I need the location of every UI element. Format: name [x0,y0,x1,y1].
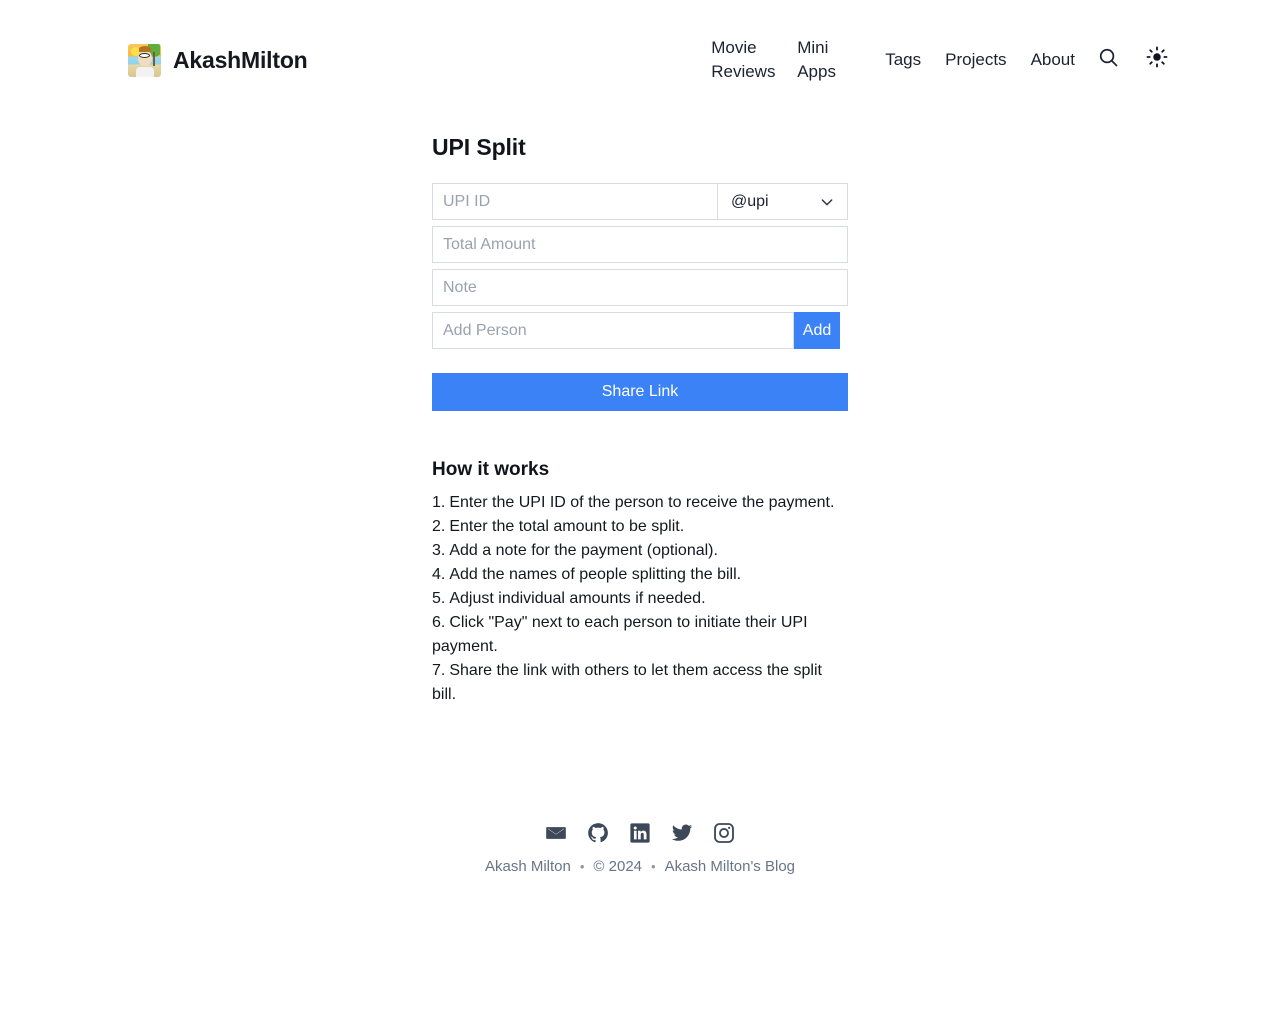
list-item: 3. Add a note for the payment (optional). [432,539,848,563]
footer-author: Akash Milton [484,858,571,875]
footer-blog-link[interactable]: Akash Milton's Blog [665,858,795,875]
nav-item-about[interactable]: About [1031,48,1075,72]
note-row [432,269,848,306]
note-input[interactable] [432,269,848,306]
brand-name: AkashMilton [173,47,308,73]
site-header: AkashMilton Movie Reviews Mini Apps Tags… [0,0,1280,120]
chevron-down-icon [819,194,835,210]
nav-item-mini-apps[interactable]: Mini Apps [797,36,883,84]
linkedin-icon[interactable] [629,822,651,844]
share-link-button[interactable]: Share Link [432,373,848,411]
upi-id-input[interactable] [432,183,718,220]
list-item-text: Enter the total amount to be split. [449,518,685,535]
main-nav: Movie Reviews Mini Apps Tags Projects Ab… [711,36,1168,84]
list-item-number: 2. [432,518,446,535]
list-item: 4. Add the names of people splitting the … [432,563,848,587]
sun-icon[interactable] [1146,46,1168,68]
list-item: 7. Share the link with others to let them… [432,659,848,707]
list-item-text: Share the link with others to let them a… [432,662,822,703]
list-item-number: 7. [432,662,446,679]
list-item: 1. Enter the UPI ID of the person to rece… [432,491,848,515]
nav-item-movie-reviews[interactable]: Movie Reviews [711,36,797,84]
list-item: 2. Enter the total amount to be split. [432,515,848,539]
add-person-row: Add [432,312,848,349]
nav-item-projects[interactable]: Projects [945,48,1006,72]
footer-meta: Akash Milton • © 2024 • Akash Milton's B… [0,858,1280,875]
upi-split-app: UPI Split @upi Add Share Link How it [432,134,848,707]
social-links [0,822,1280,844]
list-item-text: Add a note for the payment (optional). [449,542,718,559]
total-amount-row [432,226,848,263]
github-icon[interactable] [587,822,609,844]
footer-copyright: © 2024 [593,858,643,875]
upi-suffix-value: @upi [731,192,769,210]
email-icon[interactable] [545,822,567,844]
list-item-text: Adjust individual amounts if needed. [449,590,706,607]
list-item-number: 5. [432,590,446,607]
page-root: AkashMilton Movie Reviews Mini Apps Tags… [0,0,1280,1024]
search-icon[interactable] [1097,46,1120,69]
twitter-icon[interactable] [671,822,693,844]
list-item-number: 1. [432,494,446,511]
avatar-image [128,44,161,77]
footer-separator: • [579,859,585,874]
page-title: UPI Split [432,134,526,160]
list-item-text: Enter the UPI ID of the person to receiv… [449,494,835,511]
add-person-input[interactable] [432,312,794,349]
list-item-text: Click "Pay" next to each person to initi… [432,614,808,655]
brand-logo-link[interactable]: AkashMilton [128,44,308,77]
site-footer: Akash Milton • © 2024 • Akash Milton's B… [0,822,1280,875]
total-amount-input[interactable] [432,226,848,263]
list-item: 6. Click "Pay" next to each person to ini… [432,611,848,659]
how-it-works-title: How it works [432,459,550,480]
list-item-number: 4. [432,566,446,583]
list-item: 5. Adjust individual amounts if needed. [432,587,848,611]
footer-separator: • [651,859,656,874]
list-item-number: 6. [432,614,446,631]
how-it-works-list: 1. Enter the UPI ID of the person to rece… [432,491,848,707]
add-person-button[interactable]: Add [794,312,840,349]
upi-suffix-select[interactable]: @upi [718,183,848,220]
list-item-number: 3. [432,542,446,559]
list-item-text: Add the names of people splitting the bi… [449,566,742,583]
instagram-icon[interactable] [713,822,735,844]
nav-item-tags[interactable]: Tags [885,48,921,72]
upi-id-row: @upi [432,183,848,220]
